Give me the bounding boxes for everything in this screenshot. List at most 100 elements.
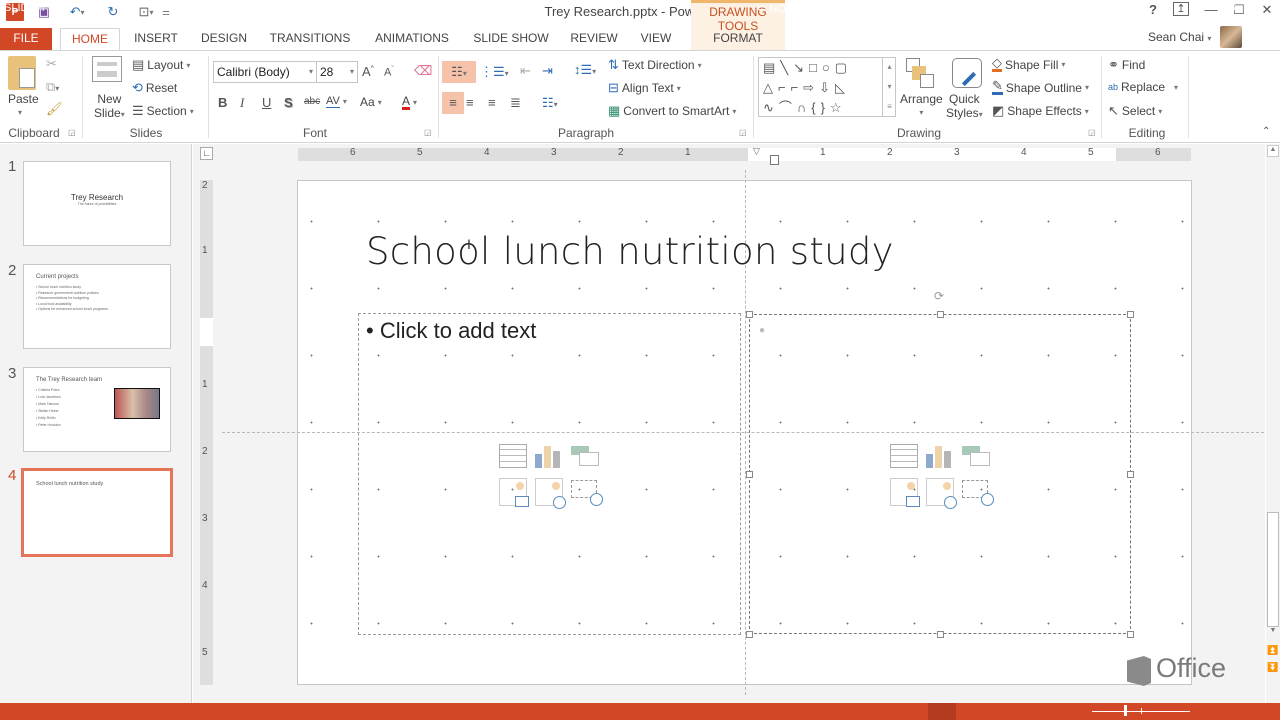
resize-handle[interactable] (746, 631, 753, 638)
next-slide-button[interactable]: ⏬ (1267, 662, 1278, 673)
normal-view-button-active[interactable] (928, 703, 956, 720)
decrease-font-size-icon[interactable]: Aˇ (384, 66, 394, 79)
user-avatar[interactable] (1220, 26, 1242, 48)
strikethrough-button[interactable]: abc (304, 96, 320, 107)
character-spacing-button[interactable]: AV ▾ (326, 95, 347, 108)
increase-indent-icon[interactable]: ⇥ (542, 63, 553, 79)
insert-chart-icon[interactable] (535, 444, 563, 468)
slide-sorter-view-button[interactable]: ▦ (973, 2, 983, 15)
tab-view[interactable]: VIEW (634, 28, 678, 50)
insert-picture-icon[interactable] (890, 478, 920, 507)
replace-button[interactable]: ab Replace ▾ (1108, 80, 1178, 94)
paste-icon[interactable] (8, 56, 36, 90)
justify-button[interactable]: ≣ (510, 95, 521, 111)
clear-formatting-icon[interactable]: ⌫ (414, 63, 432, 79)
comments-button[interactable]: ▰ COMMENTS (826, 2, 902, 15)
insert-smartart-icon[interactable] (571, 444, 599, 468)
tab-file[interactable]: FILE (0, 28, 52, 50)
resize-handle[interactable] (746, 471, 753, 478)
convert-to-smartart-button[interactable]: ▦ Convert to SmartArt ▾ (608, 103, 736, 119)
left-indent-marker[interactable] (770, 155, 779, 165)
paste-dropdown-icon[interactable]: ▾ (18, 108, 22, 117)
insert-video-icon[interactable] (962, 478, 994, 506)
tab-slide-show[interactable]: SLIDE SHOW (470, 28, 552, 50)
section-button[interactable]: ☰ Section ▾ (132, 103, 194, 119)
collapse-ribbon-icon[interactable]: ⌃ (1262, 126, 1270, 137)
tab-insert[interactable]: INSERT (128, 28, 184, 50)
tab-review[interactable]: REVIEW (566, 28, 622, 50)
resize-handle[interactable] (1127, 631, 1134, 638)
align-center-button[interactable]: ≡ (466, 95, 474, 110)
ribbon-display-options-button[interactable]: ↥ (1168, 2, 1194, 22)
bold-button[interactable]: B (218, 95, 227, 110)
insert-video-icon[interactable] (571, 478, 603, 506)
shapes-gallery-scroll[interactable]: ▴ ▾ ≡ (882, 57, 896, 117)
underline-button[interactable]: U (262, 95, 271, 110)
increase-font-size-icon[interactable]: A^ (362, 64, 374, 79)
left-content-placeholder[interactable] (358, 313, 741, 635)
shadow-button[interactable]: S (284, 95, 293, 110)
italic-button[interactable]: I (240, 95, 244, 111)
shape-outline-button[interactable]: ✎ Shape Outline ▾ (992, 79, 1089, 95)
line-spacing-icon[interactable]: ↕☰▾ (574, 62, 596, 78)
layout-button[interactable]: ▤ Layout ▾ (132, 57, 190, 73)
new-slide-icon[interactable] (92, 56, 122, 82)
tab-home[interactable]: HOME (60, 28, 120, 51)
zoom-percentage[interactable]: 70% (1216, 2, 1238, 14)
shape-effects-button[interactable]: ◩ Shape Effects ▾ (992, 103, 1089, 119)
reset-button[interactable]: ⟲ Reset (132, 80, 177, 96)
insert-online-picture-icon[interactable] (926, 478, 957, 509)
slide-thumbnail-3[interactable]: The Trey Research team • Cristina Potra … (23, 367, 171, 452)
insert-picture-icon[interactable] (499, 478, 529, 507)
new-slide-button[interactable]: New Slide▾ (94, 92, 125, 122)
tab-design[interactable]: DESIGN (196, 28, 252, 50)
insert-chart-icon[interactable] (926, 444, 954, 468)
clipboard-launcher-icon[interactable]: ◲ (68, 128, 76, 137)
paste-button[interactable]: Paste (8, 92, 39, 106)
find-button[interactable]: ⚭ Find (1108, 57, 1145, 73)
slide-title[interactable]: School lunch nutrition study (366, 230, 894, 273)
resize-handle[interactable] (746, 311, 753, 318)
font-size-combobox[interactable]: 28 ▾ (316, 61, 358, 83)
insert-table-icon[interactable] (499, 444, 527, 468)
copy-icon[interactable]: ⧉▾ (46, 79, 59, 95)
rotation-handle-icon[interactable]: ⟳ (934, 289, 944, 303)
slide-thumbnail-1[interactable]: Trey Research The future of possibilitie… (23, 161, 171, 246)
quick-styles-button[interactable]: Quick Styles▾ (946, 92, 983, 122)
scrollbar-thumb[interactable] (1267, 512, 1279, 627)
arrange-button[interactable]: Arrange ▾ (900, 92, 943, 120)
placeholder-bullet-text[interactable]: • Click to add text (366, 318, 536, 344)
drawing-launcher-icon[interactable]: ◲ (1088, 128, 1096, 137)
spell-check-icon[interactable]: ☑ (88, 2, 98, 15)
align-text-button[interactable]: ⊟ Align Text ▾ (608, 80, 681, 96)
right-content-placeholder-selected[interactable] (749, 314, 1131, 634)
tab-selector-icon[interactable]: ∟ (200, 147, 213, 160)
first-line-indent-marker[interactable]: ▽ (753, 146, 760, 157)
decrease-indent-icon[interactable]: ⇤ (520, 63, 531, 79)
cut-icon[interactable]: ✂ (46, 56, 57, 72)
numbering-button[interactable]: ⋮☰▾ (480, 61, 509, 83)
resize-handle[interactable] (937, 311, 944, 318)
slide-thumbnail-2[interactable]: Current projects • School lunch nutritio… (23, 264, 171, 349)
insert-smartart-icon[interactable] (962, 444, 990, 468)
columns-button[interactable]: ☷▾ (542, 95, 558, 111)
text-direction-button[interactable]: ⇅ Text Direction ▾ (608, 57, 702, 73)
resize-handle[interactable] (937, 631, 944, 638)
tab-format[interactable]: FORMAT (704, 28, 772, 50)
zoom-out-button[interactable]: − (1080, 2, 1086, 14)
font-color-button[interactable]: A ▾ (402, 95, 417, 110)
shapes-gallery[interactable]: ▤╲↘□○▢ △⌐⌐⇨⇩◺ ∿⌒∩{}☆ (758, 57, 896, 117)
resize-handle[interactable] (1127, 311, 1134, 318)
notes-button[interactable]: ≑ NOTES (757, 2, 807, 15)
bullets-button[interactable]: ☷▾ (442, 61, 476, 83)
shape-fill-button[interactable]: ◇ Shape Fill ▾ (992, 56, 1065, 72)
reading-view-button[interactable]: ▥ (1011, 2, 1021, 15)
align-left-button[interactable]: ≡ (442, 92, 464, 114)
help-button[interactable]: ? (1140, 2, 1166, 22)
scroll-down-button[interactable]: ▼ (1267, 627, 1279, 639)
slide-show-view-button[interactable]: ⊤ (1048, 2, 1058, 15)
font-launcher-icon[interactable]: ◲ (424, 128, 432, 137)
previous-slide-button[interactable]: ⏫ (1267, 645, 1278, 656)
scroll-up-button[interactable]: ▲ (1267, 145, 1279, 157)
quick-styles-icon[interactable] (952, 58, 982, 88)
